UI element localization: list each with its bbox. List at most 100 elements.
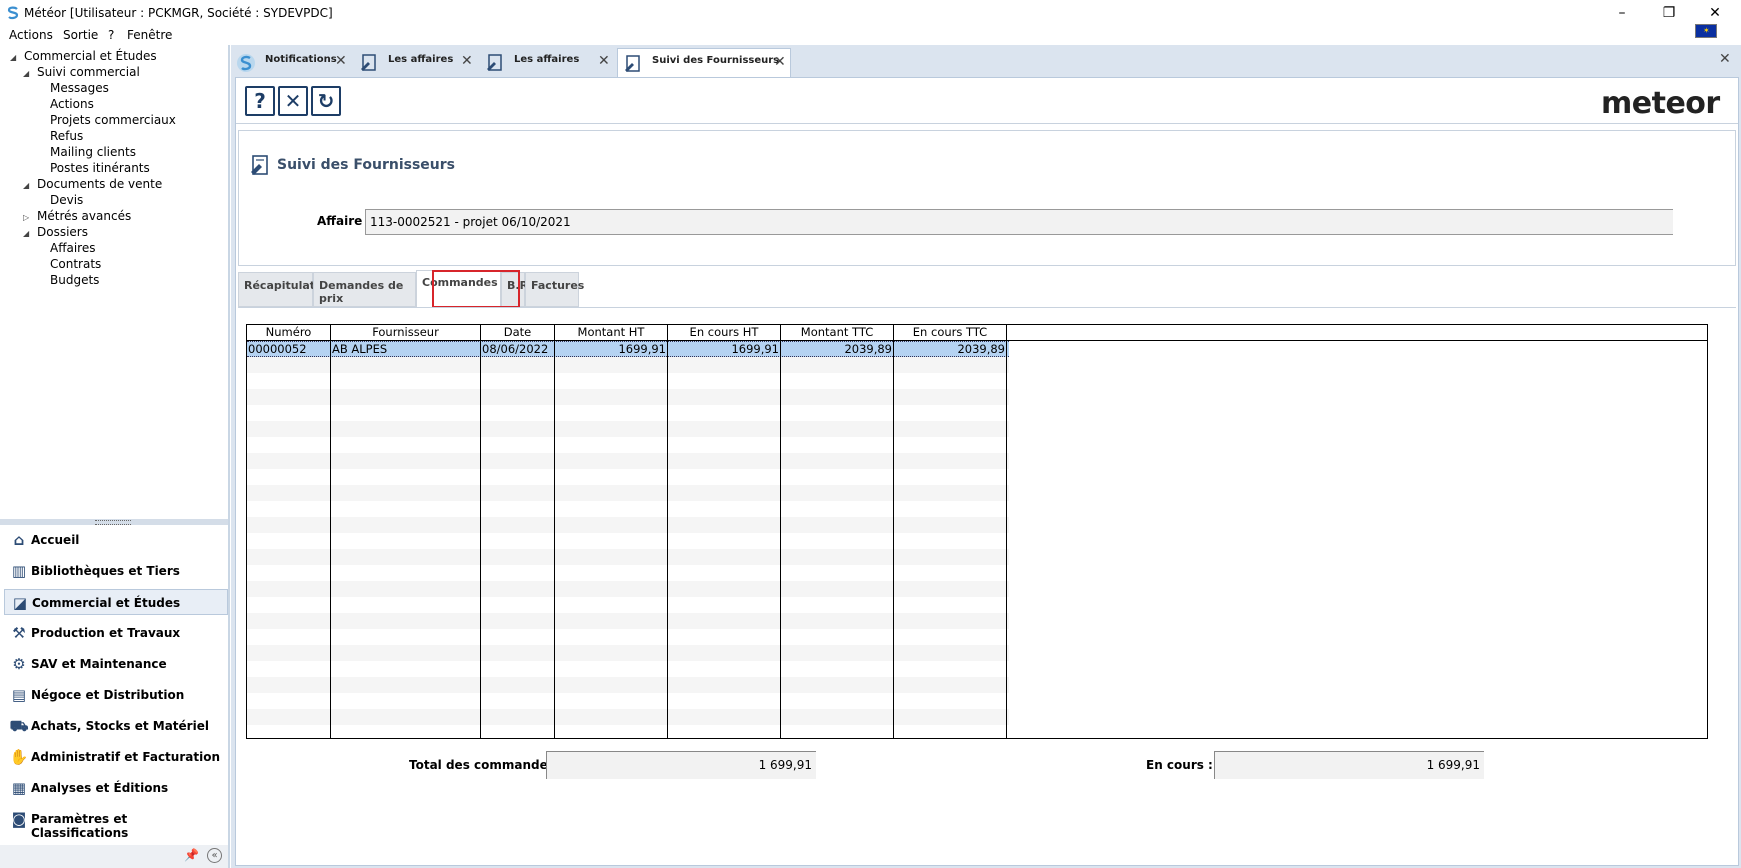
nav-item[interactable]: ⛟ Achats, Stocks et Matériel bbox=[4, 713, 228, 739]
table-row[interactable]: 00000052 AB ALPES 08/06/2022 1699,91 1699,91… bbox=[247, 341, 1009, 357]
column-divider bbox=[1006, 341, 1007, 738]
tree-item[interactable]: ▷ Métrés avancés bbox=[23, 209, 131, 223]
table-row-empty bbox=[247, 469, 1009, 485]
collapse-icon[interactable]: « bbox=[207, 848, 222, 863]
nav-item[interactable]: ▥ Bibliothèques et Tiers bbox=[4, 558, 228, 584]
language-flag-icon[interactable] bbox=[1695, 24, 1717, 38]
close-all-tabs-icon[interactable]: ✕ bbox=[1719, 51, 1731, 67]
tree-item-label: Refus bbox=[50, 129, 84, 143]
tree-item[interactable]: Refus bbox=[36, 129, 83, 143]
nav-item-label: Commercial et Études bbox=[32, 596, 181, 610]
document-tab-label: Les affaires bbox=[514, 54, 580, 65]
table-row-empty bbox=[247, 677, 1009, 693]
tree-item-label: Actions bbox=[50, 97, 94, 111]
document-tabstrip: Notifications ✕ Les affaires ✕ Les affaires ✕… bbox=[231, 45, 1741, 77]
minimize-button[interactable]: – bbox=[1602, 2, 1642, 24]
nav-item[interactable]: ▦ Analyses et Éditions bbox=[4, 775, 228, 801]
section-tab[interactable]: Récapitulatif bbox=[238, 272, 324, 307]
nav-item-label: Administratif et Facturation bbox=[31, 750, 220, 764]
document-tab[interactable]: Suivi des Fournisseurs ✕ bbox=[617, 48, 791, 77]
tree-item[interactable]: Actions bbox=[36, 97, 94, 111]
tree-item[interactable]: ◢ Suivi commercial bbox=[23, 65, 140, 79]
nav-item-label: Négoce et Distribution bbox=[31, 688, 185, 702]
section-tab[interactable]: Factures bbox=[525, 272, 584, 307]
tree-item[interactable]: ◢ Dossiers bbox=[23, 225, 88, 239]
nav-item[interactable]: ▤ Négoce et Distribution bbox=[4, 682, 228, 708]
left-pane: ◢ Commercial et Études ◢ Suivi commercial Me… bbox=[0, 45, 230, 868]
restore-button[interactable]: ❐ bbox=[1649, 2, 1689, 24]
tree-item[interactable]: Mailing clients bbox=[36, 145, 136, 159]
menu-help[interactable]: ? bbox=[108, 28, 114, 42]
column-header[interactable]: Fournisseur bbox=[331, 325, 481, 340]
table-row-empty bbox=[247, 629, 1009, 645]
tree-item[interactable]: ◢ Documents de vente bbox=[23, 177, 162, 191]
expand-toggle-icon[interactable]: ▷ bbox=[23, 213, 33, 222]
nav-item[interactable]: ⚒ Production et Travaux bbox=[4, 620, 228, 646]
refresh-button[interactable]: ↻ bbox=[311, 86, 341, 116]
document-pen-icon bbox=[251, 155, 268, 175]
table-row-empty bbox=[247, 661, 1009, 677]
nav-item[interactable]: ✋ Administratif et Facturation bbox=[4, 744, 228, 770]
tree-item[interactable]: Devis bbox=[36, 193, 83, 207]
nav-item[interactable]: ◪ Commercial et Études bbox=[4, 589, 228, 615]
close-tab-icon[interactable]: ✕ bbox=[335, 53, 347, 69]
document-tab-label: Suivi des Fournisseurs bbox=[652, 55, 780, 66]
column-header[interactable]: En cours TTC bbox=[894, 325, 1007, 340]
tree-item-label: Commercial et Études bbox=[24, 49, 157, 63]
close-tab-icon[interactable]: ✕ bbox=[774, 54, 786, 70]
table-row-empty bbox=[247, 373, 1009, 389]
column-header[interactable]: Montant HT bbox=[555, 325, 668, 340]
navigation-tree: ◢ Commercial et Études ◢ Suivi commercial Me… bbox=[0, 45, 228, 520]
expand-toggle-icon[interactable]: ◢ bbox=[23, 229, 33, 238]
tree-item[interactable]: Budgets bbox=[36, 273, 99, 287]
tree-item[interactable]: Contrats bbox=[36, 257, 101, 271]
close-tab-icon[interactable]: ✕ bbox=[461, 53, 473, 69]
table-cell: 08/06/2022 bbox=[482, 342, 549, 356]
module-icon: ▦ bbox=[11, 779, 27, 797]
column-header[interactable]: Date bbox=[481, 325, 555, 340]
tree-item-label: Budgets bbox=[50, 273, 100, 287]
table-row-empty bbox=[247, 453, 1009, 469]
menu-fenetre[interactable]: Fenêtre bbox=[127, 28, 172, 42]
expand-toggle-icon[interactable]: ◢ bbox=[23, 69, 33, 78]
nav-item[interactable]: ⚙ SAV et Maintenance bbox=[4, 651, 228, 677]
table-row-empty bbox=[247, 565, 1009, 581]
document-tab[interactable]: Les affaires ✕ bbox=[354, 48, 479, 77]
window-close-button[interactable]: ✕ bbox=[1695, 2, 1735, 24]
document-pen-icon bbox=[487, 54, 502, 71]
tree-item[interactable]: Postes itinérants bbox=[36, 161, 150, 175]
pin-icon[interactable]: 📌 bbox=[184, 848, 199, 862]
close-tab-icon[interactable]: ✕ bbox=[598, 53, 610, 69]
nav-item[interactable]: ◙ Paramètres et Classifications bbox=[4, 806, 228, 840]
help-button[interactable]: ? bbox=[245, 86, 275, 116]
column-header[interactable]: En cours HT bbox=[668, 325, 781, 340]
tree-item[interactable]: Messages bbox=[36, 81, 109, 95]
table-cell: 00000052 bbox=[248, 342, 307, 356]
tree-item[interactable]: Projets commerciaux bbox=[36, 113, 176, 127]
commandes-grid[interactable]: Numéro Fournisseur Date Montant HT En cours … bbox=[246, 324, 1708, 739]
pane-splitter[interactable] bbox=[0, 519, 228, 525]
document-tab[interactable]: Notifications ✕ bbox=[231, 48, 353, 77]
affaire-field[interactable]: 113-0002521 - projet 06/10/2021 bbox=[365, 209, 1673, 235]
title-bar: Météor [Utilisateur : PCKMGR, Société : … bbox=[0, 0, 1741, 26]
expand-toggle-icon[interactable]: ◢ bbox=[23, 181, 33, 190]
module-icon: ▤ bbox=[11, 686, 27, 704]
column-divider bbox=[780, 341, 781, 738]
tree-item[interactable]: ◢ Commercial et Études bbox=[10, 49, 157, 63]
module-icon: ⛟ bbox=[9, 717, 29, 735]
section-tab[interactable]: Demandes de prix bbox=[313, 272, 416, 307]
table-row-empty bbox=[247, 517, 1009, 533]
form-title: Suivi des Fournisseurs bbox=[277, 157, 455, 173]
expand-toggle-icon[interactable]: ◢ bbox=[10, 53, 20, 62]
menu-sortie[interactable]: Sortie bbox=[63, 28, 98, 42]
module-icon: ▥ bbox=[11, 562, 27, 580]
column-header[interactable]: Numéro bbox=[247, 325, 331, 340]
table-row-empty bbox=[247, 501, 1009, 517]
close-form-button[interactable]: ✕ bbox=[278, 86, 308, 116]
nav-item[interactable]: ⌂ Accueil bbox=[4, 527, 228, 553]
column-header[interactable]: Montant TTC bbox=[781, 325, 894, 340]
document-tab[interactable]: Les affaires ✕ bbox=[480, 48, 616, 77]
menu-actions[interactable]: Actions bbox=[9, 28, 53, 42]
tree-item[interactable]: Affaires bbox=[36, 241, 95, 255]
table-cell: 2039,89 bbox=[957, 342, 1005, 356]
